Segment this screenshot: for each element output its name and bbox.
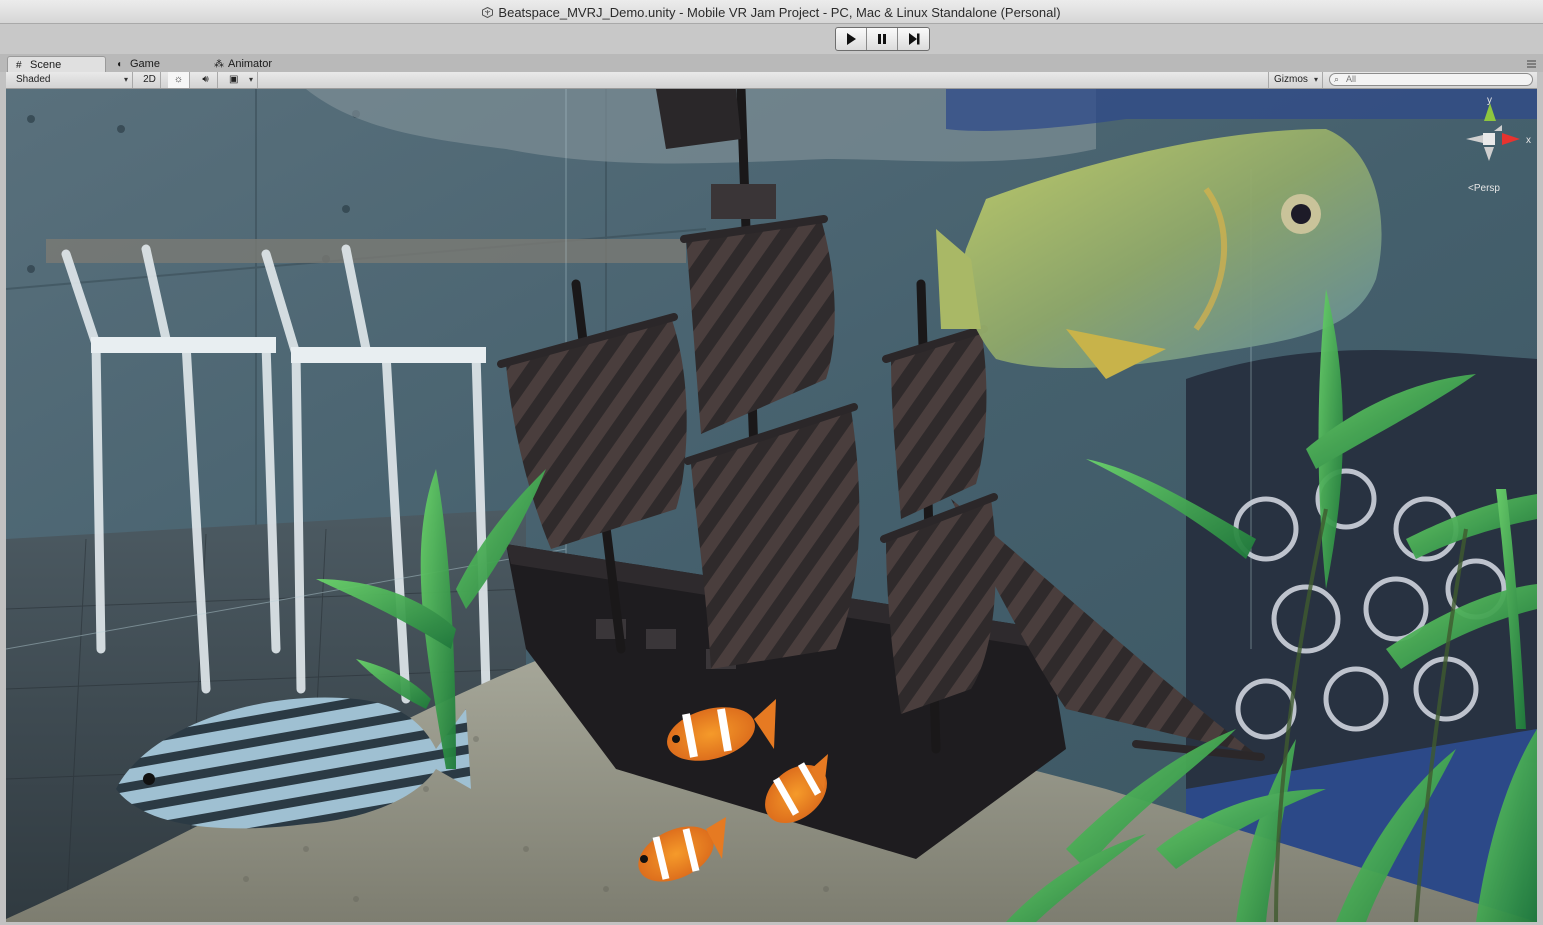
image-icon: ▣ bbox=[229, 74, 239, 85]
projection-label-text: Persp bbox=[1473, 183, 1500, 194]
tab-animator-label: Animator bbox=[228, 58, 273, 70]
unity-file-icon bbox=[482, 7, 494, 18]
tab-scene-label: Scene bbox=[30, 59, 62, 71]
tab-scene[interactable]: # Scene bbox=[7, 56, 106, 72]
play-controls bbox=[835, 27, 930, 51]
scene-toolbar: Shaded ▾ 2D ☼ 🔊︎ ▣ ▾ Gizmos ▾ ⌕ All bbox=[6, 72, 1537, 89]
gizmos-dropdown[interactable]: Gizmos ▾ bbox=[1268, 72, 1323, 88]
draw-mode-label: Shaded bbox=[16, 74, 51, 85]
pacman-icon: ◖ bbox=[116, 59, 123, 70]
animator-icon: ⁂ bbox=[214, 59, 224, 70]
play-button[interactable] bbox=[836, 28, 867, 50]
chevron-down-icon: ▾ bbox=[248, 75, 253, 84]
tab-animator[interactable]: ⁂ Animator bbox=[206, 56, 306, 72]
window-title: Beatspace_MVRJ_Demo.unity - Mobile VR Ja… bbox=[0, 5, 1543, 20]
step-button[interactable] bbox=[898, 28, 929, 50]
scene-render bbox=[6, 89, 1537, 922]
tab-menu-icon[interactable] bbox=[1526, 60, 1537, 68]
scene-viewport[interactable]: y x <Persp bbox=[6, 89, 1537, 922]
search-icon: ⌕ bbox=[1334, 74, 1340, 84]
play-toolbar bbox=[0, 24, 1543, 54]
pause-button[interactable] bbox=[867, 28, 898, 50]
play-icon bbox=[847, 33, 856, 45]
speaker-icon: 🔊︎ bbox=[202, 74, 209, 85]
search-placeholder: All bbox=[1346, 74, 1357, 84]
audio-toggle-button[interactable]: 🔊︎ bbox=[194, 72, 218, 88]
sun-icon: ☼ bbox=[173, 74, 184, 85]
2d-toggle-button[interactable]: 2D bbox=[139, 72, 161, 88]
chevron-down-icon: ▾ bbox=[1313, 75, 1318, 84]
window-title-text: Beatspace_MVRJ_Demo.unity - Mobile VR Ja… bbox=[498, 5, 1061, 20]
projection-label[interactable]: <Persp bbox=[1468, 183, 1500, 194]
2d-toggle-label: 2D bbox=[143, 74, 156, 85]
window-titlebar: Beatspace_MVRJ_Demo.unity - Mobile VR Ja… bbox=[0, 0, 1543, 24]
orientation-gizmo[interactable] bbox=[1456, 95, 1536, 170]
gizmo-x-label: x bbox=[1526, 135, 1531, 146]
tab-game[interactable]: ◖ Game bbox=[108, 56, 206, 72]
gizmos-label: Gizmos bbox=[1274, 74, 1308, 85]
draw-mode-dropdown[interactable]: Shaded ▾ bbox=[6, 72, 133, 88]
gizmo-y-label: y bbox=[1487, 95, 1492, 106]
tab-game-label: Game bbox=[130, 58, 160, 70]
step-icon bbox=[908, 33, 919, 45]
editor-tabbar: # Scene ◖ Game ⁂ Animator bbox=[0, 54, 1543, 72]
chevron-down-icon: ▾ bbox=[123, 75, 128, 84]
scene-search-field[interactable]: ⌕ All bbox=[1329, 73, 1533, 86]
effects-dropdown[interactable]: ▣ ▾ bbox=[224, 72, 258, 88]
pause-icon bbox=[878, 34, 886, 44]
lighting-toggle-button[interactable]: ☼ bbox=[168, 72, 190, 88]
